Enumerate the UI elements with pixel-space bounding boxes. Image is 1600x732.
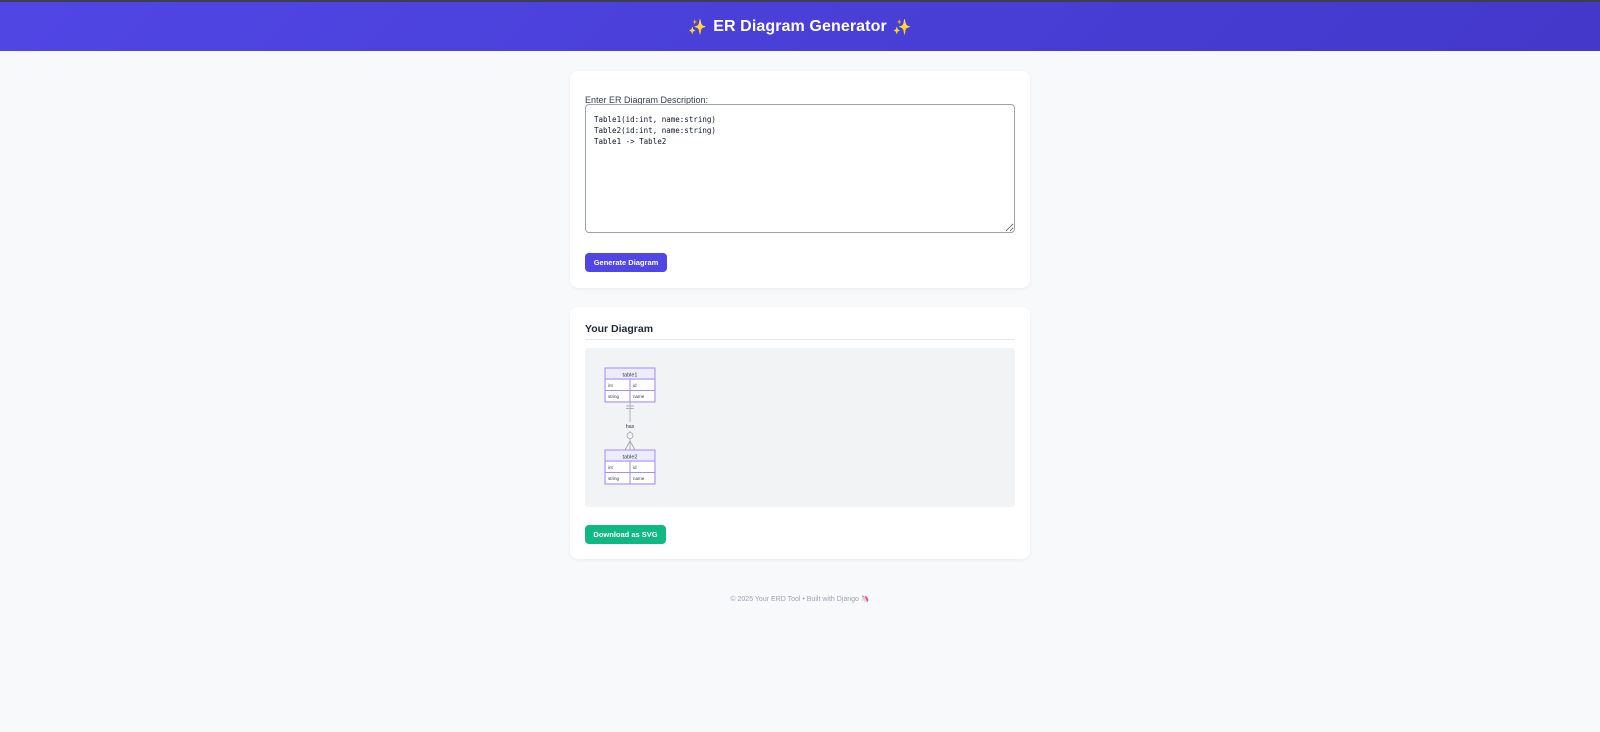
sparkles-icon: ✨ [688, 18, 708, 36]
entity-attr-type: int [608, 383, 614, 388]
er-diagram-svg: table1 int id string name has table2 int… [604, 367, 656, 485]
entity-name: table1 [623, 373, 638, 379]
cardinality-zero-mark [626, 432, 634, 439]
diagram-canvas: table1 int id string name has table2 int… [585, 348, 1015, 507]
page-footer: © 2025 Your ERD Tool • Built with Django… [0, 595, 1600, 603]
section-divider [585, 339, 1015, 340]
entity-attr-name: id [633, 465, 637, 470]
entity-attr-type: string [608, 476, 620, 481]
entity-name: table2 [623, 455, 638, 461]
entity-attr-name: id [633, 383, 637, 388]
page-title: ✨ ER Diagram Generator ✨ [688, 18, 911, 36]
generate-diagram-button[interactable]: Generate Diagram [585, 253, 667, 272]
entity-attr-type: int [608, 465, 614, 470]
diagram-section-title: Your Diagram [585, 323, 654, 335]
download-svg-button[interactable]: Download as SVG [585, 525, 666, 544]
crows-foot-mark [624, 440, 631, 451]
unicorn-icon: 🦄 [860, 596, 870, 603]
crows-foot-mark [629, 440, 636, 451]
relationship-label: has [626, 424, 635, 430]
input-card: Enter ER Diagram Description: Generate D… [570, 71, 1030, 288]
sparkles-icon: ✨ [892, 18, 912, 36]
entity-attr-name: name [633, 394, 645, 399]
entity-attr-type: string [608, 394, 620, 399]
description-textarea[interactable] [585, 104, 1015, 233]
page-title-text: ER Diagram Generator [713, 17, 887, 35]
diagram-card: Your Diagram table1 int id string name h… [570, 307, 1030, 559]
app-header: ✨ ER Diagram Generator ✨ [0, 2, 1600, 51]
relationship-connector: has [624, 402, 636, 451]
footer-text: © 2025 Your ERD Tool • Built with Django [730, 596, 859, 603]
entity-attr-name: name [633, 476, 645, 481]
entity-table1: table1 int id string name [604, 367, 656, 403]
entity-table2: table2 int id string name [604, 449, 656, 485]
